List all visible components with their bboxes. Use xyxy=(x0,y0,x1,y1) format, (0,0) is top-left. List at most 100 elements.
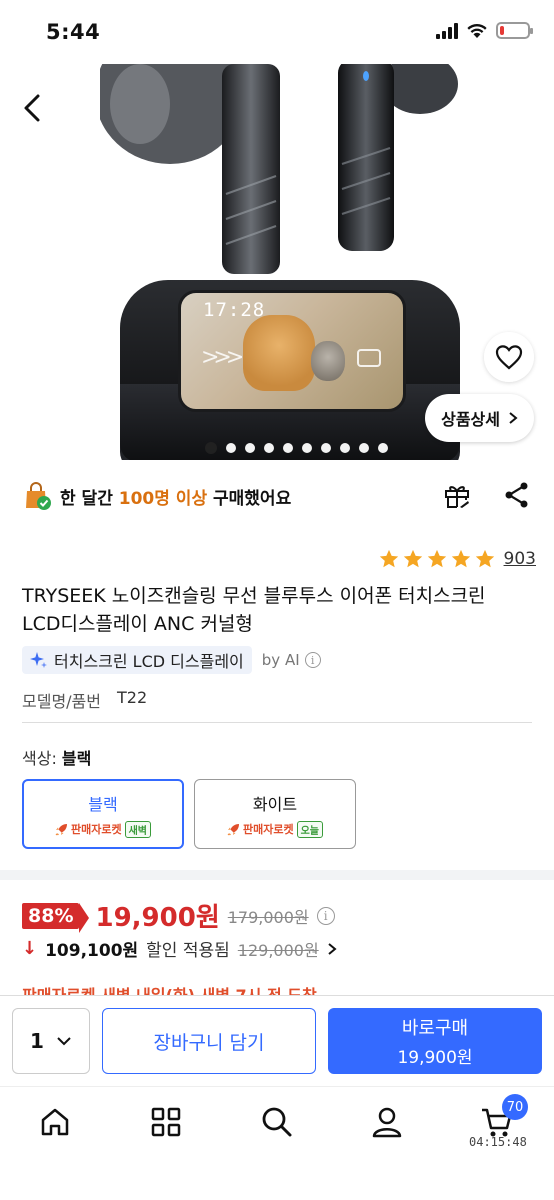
camera-icon xyxy=(357,349,381,367)
cart-count-badge: 70 xyxy=(502,1094,528,1120)
carousel-dot[interactable] xyxy=(244,443,255,453)
carousel-indicator xyxy=(0,442,554,454)
coupon-price-row[interactable]: ↓ 109,100원 할인 적용됨 129,000원 xyxy=(22,936,337,961)
purchase-action-bar: 1 장바구니 담기 바로구매 19,900원 xyxy=(0,995,554,1085)
ai-summary-row: 터치스크린 LCD 디스플레이 by AI i xyxy=(22,646,321,674)
product-detail-label: 상품상세 xyxy=(441,410,500,429)
divider xyxy=(22,722,532,723)
rocket-icon xyxy=(55,823,67,835)
sparkle-icon xyxy=(30,652,47,668)
search-icon[interactable] xyxy=(260,1105,294,1139)
color-selected-value: 블랙 xyxy=(61,749,92,768)
earbud-left-image xyxy=(100,64,280,274)
coupon-label: 할인 적용됨 xyxy=(146,941,230,961)
carousel-dot[interactable] xyxy=(301,443,312,453)
delivery-badge: 오늘 xyxy=(296,820,323,838)
purchase-count-text: 한 달간 100명 이상 구매했어요 xyxy=(60,484,291,509)
buy-now-label: 바로구매 xyxy=(401,1018,469,1039)
product-title: TRYSEEK 노이즈캔슬링 무선 블루투스 이어폰 터치스크린 LCD디스플레… xyxy=(22,585,486,635)
cat-photo xyxy=(311,341,345,381)
star-icon xyxy=(427,549,446,568)
sale-price: 19,900원 xyxy=(95,903,220,933)
share-icon[interactable] xyxy=(502,480,532,510)
countdown-timer: 04:15:48 xyxy=(469,1135,527,1149)
status-bar: 5:44 xyxy=(0,0,554,64)
rocket-delivery-label: 판매자로켓 새벽 xyxy=(55,820,151,838)
ai-attribution[interactable]: by AI i xyxy=(262,651,321,669)
wifi-icon xyxy=(467,23,487,38)
info-icon[interactable]: i xyxy=(304,652,321,668)
my-account-icon[interactable] xyxy=(370,1105,404,1139)
swipe-chevrons-icon: >>> xyxy=(201,345,244,370)
color-option-white[interactable]: 화이트 판매자로켓 오늘 xyxy=(194,779,356,849)
purchase-prefix: 한 달간 xyxy=(60,488,119,509)
chevron-down-icon xyxy=(57,1037,71,1046)
star-icon xyxy=(379,549,398,568)
case-screen-time: 17:28 xyxy=(203,299,266,321)
chevron-right-icon xyxy=(509,412,518,424)
gift-icon[interactable] xyxy=(442,480,472,510)
carousel-dot[interactable] xyxy=(377,443,388,453)
status-icons xyxy=(436,22,533,39)
rocket-icon xyxy=(227,823,239,835)
section-separator xyxy=(0,870,554,880)
product-detail-button[interactable]: 상품상세 xyxy=(425,394,534,442)
rocket-delivery-text: 판매자로켓 xyxy=(242,823,294,836)
star-icon xyxy=(403,549,422,568)
carousel-dot[interactable] xyxy=(225,443,236,453)
carousel-dot[interactable] xyxy=(282,443,293,453)
dog-photo xyxy=(243,315,315,391)
carousel-dot[interactable] xyxy=(358,443,369,453)
model-value: T22 xyxy=(117,688,148,707)
purchase-suffix: 구매했어요 xyxy=(207,488,292,509)
carousel-dot[interactable] xyxy=(263,443,274,453)
color-option-name: 화이트 xyxy=(252,794,298,814)
cellular-signal-icon xyxy=(436,22,458,39)
chevron-left-icon xyxy=(24,94,40,122)
price-row: 88% 19,900원 179,000원 i xyxy=(22,897,335,934)
delivery-badge: 새벽 xyxy=(124,820,151,838)
product-image-carousel[interactable]: 17:28 >>> 상품상세 xyxy=(0,64,554,460)
add-to-cart-label: 장바구니 담기 xyxy=(153,1031,265,1054)
case-screen: 17:28 >>> xyxy=(178,290,406,412)
battery-level xyxy=(500,26,504,35)
heart-icon xyxy=(495,345,523,370)
wishlist-button[interactable] xyxy=(484,332,534,382)
buy-now-price: 19,900원 xyxy=(397,1048,473,1068)
rocket-delivery-label: 판매자로켓 오늘 xyxy=(227,820,323,838)
model-label: 모델명/품번 xyxy=(22,692,101,711)
category-grid-icon[interactable] xyxy=(149,1105,183,1139)
rocket-delivery-text: 판매자로켓 xyxy=(70,823,122,836)
home-icon[interactable] xyxy=(38,1105,72,1139)
star-icon xyxy=(451,549,470,568)
status-time: 5:44 xyxy=(46,20,101,44)
buy-now-button[interactable]: 바로구매 19,900원 xyxy=(328,1008,542,1074)
add-to-cart-button[interactable]: 장바구니 담기 xyxy=(102,1008,316,1074)
model-row: 모델명/품번 T22 xyxy=(22,688,147,712)
back-button[interactable] xyxy=(18,90,48,126)
color-option-name: 블랙 xyxy=(88,794,118,814)
color-selection-label: 색상: 블랙 xyxy=(22,745,91,769)
carousel-dot[interactable] xyxy=(320,443,331,453)
carousel-dot[interactable] xyxy=(204,442,217,454)
discount-badge: 88% xyxy=(22,902,91,933)
color-label-prefix: 색상: xyxy=(22,749,62,768)
color-option-black[interactable]: 블랙 판매자로켓 새벽 xyxy=(22,779,184,849)
coupon-price: 109,100원 xyxy=(45,941,139,961)
purchase-highlight: 100명 이상 xyxy=(118,488,208,509)
rating-stars xyxy=(378,548,496,570)
arrow-down-icon: ↓ xyxy=(22,938,38,959)
ai-tag-chip[interactable]: 터치스크린 LCD 디스플레이 xyxy=(22,646,252,674)
coupon-original-price: 129,000원 xyxy=(237,940,319,960)
quantity-value: 1 xyxy=(30,1029,44,1053)
rating-row[interactable]: 903 xyxy=(378,548,536,570)
shopping-bag-check-icon xyxy=(26,482,51,510)
carousel-dot[interactable] xyxy=(339,443,350,453)
earbud-right-image xyxy=(338,64,458,251)
star-icon xyxy=(475,549,494,568)
price-info-icon[interactable]: i xyxy=(316,906,335,925)
chevron-right-icon xyxy=(328,942,337,955)
delivery-info-peek: 판매자로켓 새벽 내일(화) 새벽 7시 전 도착 xyxy=(22,986,317,996)
review-count-link[interactable]: 903 xyxy=(504,549,536,569)
quantity-select[interactable]: 1 xyxy=(12,1008,90,1074)
